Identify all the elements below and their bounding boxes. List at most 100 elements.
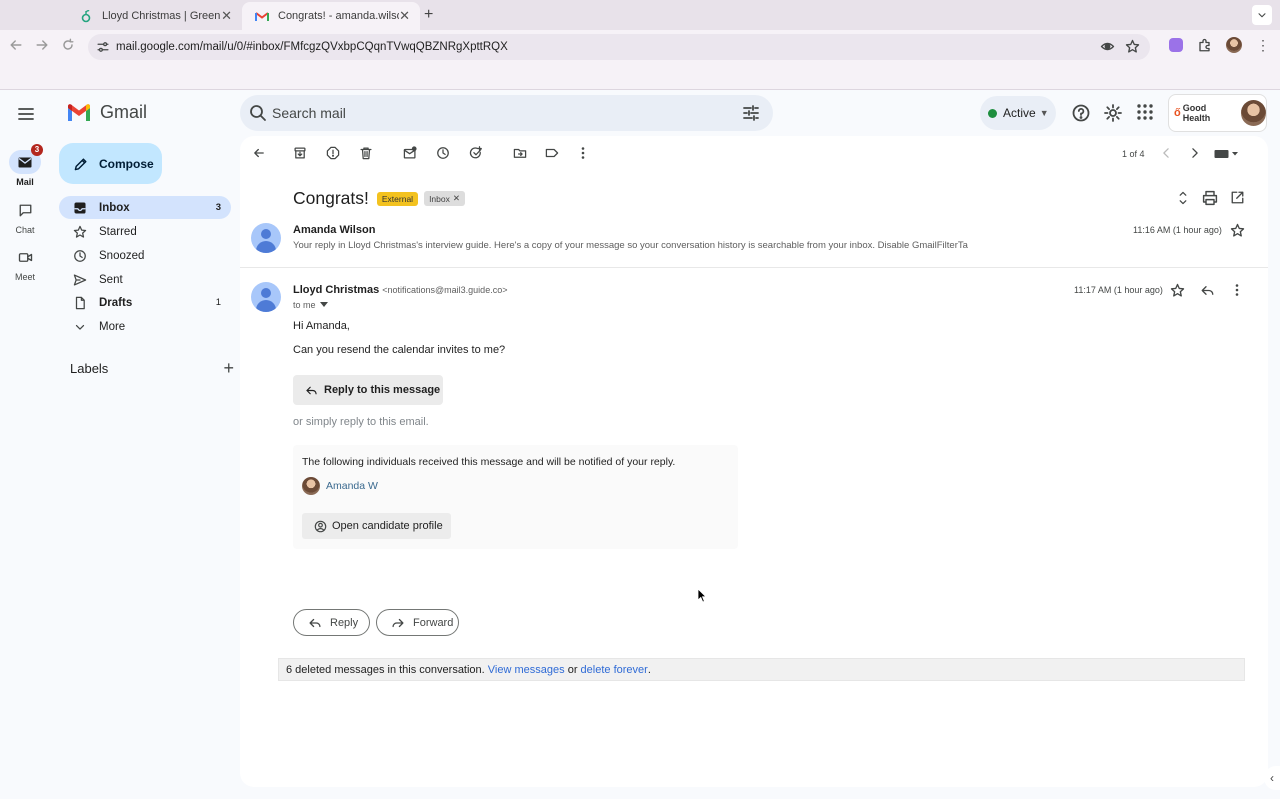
- recipient-avatar: [302, 477, 320, 495]
- message-time: 11:16 AM (1 hour ago): [1133, 225, 1222, 235]
- reload-icon[interactable]: [60, 37, 78, 55]
- browser-tab-gmail[interactable]: Congrats! - amanda.wilson@ ✕: [242, 2, 420, 30]
- video-icon: [9, 245, 41, 269]
- tab-title: Lloyd Christmas | Greenhouse: [102, 10, 221, 22]
- remove-label-icon[interactable]: ✕: [453, 193, 460, 204]
- rail-item-meet[interactable]: Meet: [0, 245, 50, 282]
- chevron-down-icon: [75, 324, 85, 330]
- status-selector[interactable]: Active ▼: [980, 96, 1056, 130]
- nav-item-sent[interactable]: Sent: [59, 268, 231, 291]
- nav-item-starred[interactable]: Starred: [59, 220, 231, 243]
- nav-label: Starred: [99, 225, 137, 238]
- caret-down-icon: [319, 302, 328, 307]
- recipient-chip[interactable]: Amanda W: [302, 477, 378, 495]
- nav-item-drafts[interactable]: Drafts 1: [59, 291, 231, 314]
- site-settings-icon[interactable]: [96, 40, 110, 54]
- new-tab-button[interactable]: +: [424, 6, 433, 24]
- sender-name: Lloyd Christmas: [293, 284, 380, 296]
- draft-icon: [75, 296, 85, 309]
- add-to-tasks-icon[interactable]: [469, 146, 483, 160]
- back-to-inbox-icon[interactable]: [252, 146, 266, 160]
- add-label-icon[interactable]: +: [223, 358, 234, 379]
- compose-label: Compose: [99, 156, 154, 171]
- close-tab-icon[interactable]: ✕: [221, 8, 232, 24]
- newer-chevron-left-icon[interactable]: [1159, 146, 1173, 160]
- gmail-header: Gmail Search mail Active ▼ ő Good Health: [0, 90, 1280, 136]
- back-arrow-icon[interactable]: [8, 37, 26, 55]
- gmail-logo[interactable]: Gmail: [66, 102, 147, 123]
- older-chevron-right-icon[interactable]: [1188, 146, 1202, 160]
- inbox-label-chip[interactable]: Inbox ✕: [424, 191, 465, 206]
- subject-row: Congrats! External Inbox ✕: [293, 188, 471, 209]
- label-tag-icon[interactable]: [545, 146, 559, 160]
- input-tools-keyboard-icon[interactable]: [1214, 149, 1240, 159]
- to-me-label: to me: [293, 300, 316, 310]
- nav-item-inbox[interactable]: Inbox 3: [59, 196, 231, 219]
- close-tab-icon[interactable]: ✕: [399, 8, 410, 24]
- search-input[interactable]: Search mail: [240, 95, 773, 131]
- tab-search-button[interactable]: [1252, 5, 1272, 25]
- nav-label: Drafts: [99, 296, 133, 309]
- sender-line: Lloyd Christmas <notifications@mail3.gui…: [293, 284, 507, 296]
- message-collapsed[interactable]: Amanda Wilson Your reply in Lloyd Christ…: [240, 220, 1268, 268]
- sender-avatar: [251, 282, 281, 312]
- view-messages-link[interactable]: View messages: [488, 664, 565, 676]
- nav-label: Inbox: [99, 201, 130, 214]
- expand-all-icon[interactable]: [1176, 190, 1190, 206]
- more-vertical-icon[interactable]: [576, 146, 590, 160]
- delete-forever-link[interactable]: delete forever: [581, 664, 648, 676]
- good-health-logo: ő Good Health: [1174, 103, 1235, 123]
- url-bar[interactable]: mail.google.com/mail/u/0/#inbox/FMfcgzQV…: [88, 34, 1150, 60]
- compose-button[interactable]: Compose: [59, 143, 162, 184]
- bookmark-star-icon[interactable]: [1125, 39, 1140, 54]
- nav-label: Snoozed: [99, 249, 145, 262]
- message-more-icon[interactable]: [1230, 283, 1244, 297]
- open-new-window-icon[interactable]: [1230, 190, 1245, 205]
- nav-item-more[interactable]: More: [59, 315, 231, 338]
- reply-to-message-button[interactable]: Reply to this message: [293, 375, 443, 405]
- forward-arrow-icon: [392, 618, 404, 627]
- forward-label: Forward: [413, 616, 454, 629]
- reply-button[interactable]: Reply: [293, 609, 370, 636]
- account-avatar[interactable]: [1240, 100, 1266, 126]
- forward-button[interactable]: Forward: [376, 609, 459, 636]
- search-options-icon[interactable]: [741, 103, 761, 123]
- open-candidate-profile-button[interactable]: Open candidate profile: [302, 513, 451, 539]
- archive-icon[interactable]: [293, 146, 307, 160]
- report-spam-icon[interactable]: [326, 146, 340, 160]
- forward-arrow-icon[interactable]: [34, 37, 52, 55]
- nav-item-snoozed[interactable]: Snoozed: [59, 244, 231, 267]
- search-icon[interactable]: [248, 103, 268, 123]
- greenhouse-sprout-icon: [78, 8, 94, 24]
- rail-item-mail[interactable]: 3 Mail: [0, 144, 50, 187]
- main-menu-icon[interactable]: [16, 104, 36, 124]
- help-icon[interactable]: [1071, 103, 1091, 123]
- recipients-toggle[interactable]: to me: [293, 300, 328, 310]
- print-icon[interactable]: [1202, 190, 1218, 206]
- star-icon[interactable]: [1170, 283, 1185, 298]
- thread-view: 1 of 4 Congrats! External Inbox ✕ Amanda…: [240, 136, 1268, 787]
- rail-item-chat[interactable]: Chat: [0, 198, 50, 235]
- extensions-puzzle-icon[interactable]: [1197, 38, 1212, 53]
- browser-tab-greenhouse[interactable]: Lloyd Christmas | Greenhouse ✕: [66, 2, 242, 30]
- open-profile-label: Open candidate profile: [332, 520, 443, 532]
- thread-subject: Congrats!: [293, 188, 369, 208]
- mark-unread-icon[interactable]: [403, 146, 417, 160]
- side-panel-toggle[interactable]: ‹: [1264, 766, 1280, 790]
- profile-avatar[interactable]: [1226, 37, 1242, 53]
- account-switcher[interactable]: ő Good Health: [1168, 94, 1267, 132]
- period-text: .: [647, 663, 651, 676]
- gmail-icon: [254, 8, 270, 24]
- move-to-folder-icon[interactable]: [513, 146, 527, 160]
- eye-icon[interactable]: [1100, 39, 1115, 54]
- nav-label: Sent: [99, 273, 123, 286]
- delete-trash-icon[interactable]: [359, 146, 373, 160]
- reply-arrow-icon[interactable]: [1200, 283, 1215, 298]
- apps-grid-icon[interactable]: [1136, 103, 1154, 121]
- settings-gear-icon[interactable]: [1103, 103, 1123, 123]
- extension-purple-icon[interactable]: [1169, 38, 1183, 52]
- snooze-clock-icon[interactable]: [436, 146, 450, 160]
- star-icon[interactable]: [1230, 223, 1245, 238]
- browser-menu-icon[interactable]: ⋮: [1256, 38, 1270, 52]
- notification-panel: The following individuals received this …: [293, 445, 738, 549]
